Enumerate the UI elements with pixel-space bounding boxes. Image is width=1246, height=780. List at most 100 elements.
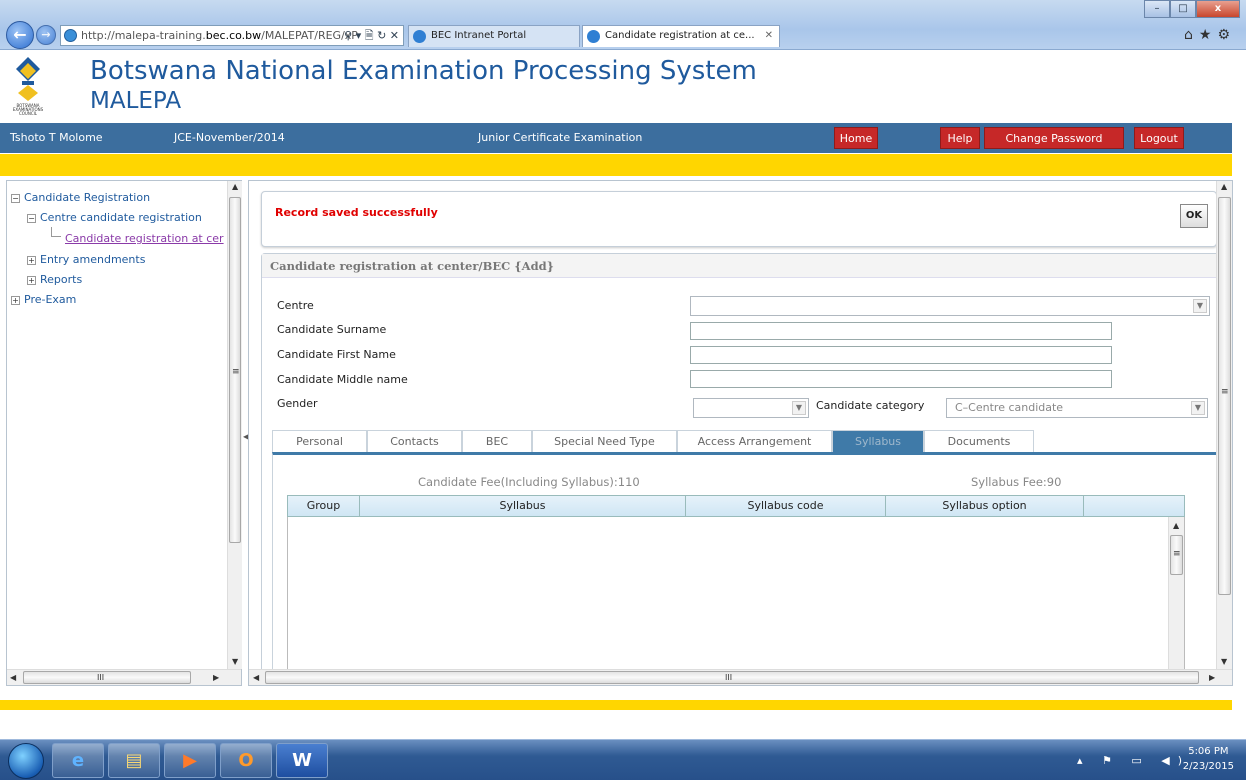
first-name-label: Candidate First Name bbox=[277, 348, 396, 361]
scroll-down-icon[interactable]: ▼ bbox=[1221, 657, 1227, 666]
tree-item-label: Pre-Exam bbox=[24, 293, 77, 306]
ie-page-icon bbox=[64, 29, 77, 42]
column-header-syllabus-code[interactable]: Syllabus code bbox=[686, 496, 886, 516]
middle-name-input[interactable] bbox=[690, 370, 1112, 388]
chevron-down-icon[interactable]: ▼ bbox=[1191, 401, 1205, 415]
tab-label: Candidate registration at ce... bbox=[605, 30, 755, 41]
tab-syllabus[interactable]: Syllabus bbox=[832, 430, 924, 452]
scroll-grip-icon: ≡ bbox=[1221, 387, 1229, 397]
column-header-syllabus-option[interactable]: Syllabus option bbox=[886, 496, 1084, 516]
tab-bec[interactable]: BEC bbox=[462, 430, 532, 452]
file-explorer-icon[interactable]: ▤ bbox=[108, 743, 160, 778]
chevron-down-icon[interactable]: ▼ bbox=[792, 401, 806, 415]
ie-page-icon bbox=[587, 30, 600, 43]
grid-vertical-scrollbar[interactable]: ▲ ≡ bbox=[1168, 517, 1184, 685]
scroll-grip-icon: III bbox=[725, 673, 733, 682]
tree-item-reports[interactable]: + Reports bbox=[27, 273, 82, 286]
surname-label: Candidate Surname bbox=[277, 323, 387, 336]
address-domain: bec.co.bw bbox=[205, 29, 262, 42]
tab-special-need-type[interactable]: Special Need Type bbox=[532, 430, 677, 452]
column-header-spacer bbox=[1084, 496, 1184, 516]
address-bar[interactable]: http://malepa-training.bec.co.bw/MALEPAT… bbox=[60, 25, 404, 46]
home-icon[interactable]: ⌂ bbox=[1184, 27, 1199, 43]
expand-icon[interactable]: + bbox=[27, 275, 36, 285]
close-window-button[interactable]: x bbox=[1196, 0, 1240, 18]
system-tray-icons[interactable]: ▴ ⚑ ▭ ◀) bbox=[1077, 754, 1190, 767]
back-button[interactable]: ← bbox=[6, 21, 34, 49]
success-message: Record saved successfully bbox=[275, 206, 438, 219]
tree-item-label: Reports bbox=[40, 273, 83, 286]
main-horizontal-scrollbar[interactable]: ◀ III ▶ bbox=[249, 669, 1232, 685]
tree-item-pre-exam[interactable]: + Pre-Exam bbox=[11, 293, 76, 306]
form-title: Candidate registration at center/BEC {Ad… bbox=[262, 254, 1232, 278]
taskbar-clock[interactable]: 5:06 PM 2/23/2015 bbox=[1183, 744, 1234, 774]
address-tools-icons[interactable]: ⚲ ▾ 🗎 ↻ ✕ bbox=[344, 26, 399, 45]
tree-item-candidate-registration-at-centre[interactable]: Candidate registration at cer bbox=[65, 232, 231, 245]
outlook-icon[interactable]: O bbox=[220, 743, 272, 778]
media-player-icon[interactable]: ▶ bbox=[164, 743, 216, 778]
centre-label: Centre bbox=[277, 299, 314, 312]
tab-personal[interactable]: Personal bbox=[272, 430, 367, 452]
address-prefix: http://malepa-training. bbox=[81, 29, 206, 42]
sidebar-vertical-scrollbar[interactable]: ▲ ≡ ▼ bbox=[227, 181, 242, 669]
tree-item-centre-candidate-registration[interactable]: − Centre candidate registration bbox=[27, 211, 202, 224]
tab-contacts[interactable]: Contacts bbox=[367, 430, 462, 452]
scroll-down-icon[interactable]: ▼ bbox=[232, 657, 238, 666]
tree-item-entry-amendments[interactable]: + Entry amendments bbox=[27, 253, 145, 266]
maximize-button[interactable]: □ bbox=[1170, 0, 1196, 18]
tree-item-label: Candidate Registration bbox=[24, 191, 151, 204]
window-controls: – □ x bbox=[1144, 0, 1240, 18]
centre-select[interactable]: ▼ bbox=[690, 296, 1210, 316]
scroll-up-icon[interactable]: ▲ bbox=[1173, 521, 1179, 530]
gender-select[interactable]: ▼ bbox=[693, 398, 809, 418]
first-name-input[interactable] bbox=[690, 346, 1112, 364]
expand-icon[interactable]: + bbox=[11, 295, 20, 305]
logout-button[interactable]: Logout bbox=[1134, 127, 1184, 149]
surname-input[interactable] bbox=[690, 322, 1112, 340]
column-header-syllabus[interactable]: Syllabus bbox=[360, 496, 686, 516]
minimize-button[interactable]: – bbox=[1144, 0, 1170, 18]
scroll-up-icon[interactable]: ▲ bbox=[232, 182, 238, 191]
scroll-left-icon[interactable]: ◀ bbox=[10, 673, 16, 682]
tree-item-label: Entry amendments bbox=[40, 253, 146, 266]
scroll-grip-icon: III bbox=[97, 673, 105, 682]
start-button[interactable] bbox=[8, 743, 44, 779]
scroll-grip-icon: ≡ bbox=[1173, 549, 1181, 559]
forward-button[interactable]: → bbox=[36, 25, 56, 45]
tab-documents[interactable]: Documents bbox=[924, 430, 1034, 452]
tab-close-icon[interactable]: ✕ bbox=[765, 26, 773, 46]
chevron-down-icon[interactable]: ▼ bbox=[1193, 299, 1207, 313]
tab-access-arrangement[interactable]: Access Arrangement bbox=[677, 430, 832, 452]
tab-label: BEC Intranet Portal bbox=[431, 30, 527, 41]
collapse-icon[interactable]: − bbox=[27, 213, 36, 223]
change-password-button[interactable]: Change Password bbox=[984, 127, 1124, 149]
scroll-up-icon[interactable]: ▲ bbox=[1221, 182, 1227, 191]
word-icon[interactable]: W bbox=[276, 743, 328, 778]
sidebar-horizontal-scrollbar[interactable]: ◀ III ▶ bbox=[7, 669, 241, 685]
home-button[interactable]: Home bbox=[834, 127, 878, 149]
syllabus-grid-body: ▲ ≡ bbox=[287, 517, 1185, 685]
windows-taskbar: e ▤ ▶ O W ▴ ⚑ ▭ ◀) 5:06 PM 2/23/2015 bbox=[0, 739, 1246, 780]
candidate-category-select[interactable]: C–Centre candidate ▼ bbox=[946, 398, 1208, 418]
tree-item-candidate-registration[interactable]: − Candidate Registration bbox=[11, 191, 150, 204]
collapse-icon[interactable]: − bbox=[11, 193, 20, 203]
tools-gear-icon[interactable]: ⚙ bbox=[1217, 27, 1236, 43]
syllabus-fee-text: Syllabus Fee:90 bbox=[971, 475, 1062, 489]
browser-tab-bec-intranet[interactable]: BEC Intranet Portal bbox=[408, 25, 580, 47]
scroll-right-icon[interactable]: ▶ bbox=[213, 673, 219, 682]
footer-accent-bar bbox=[0, 700, 1232, 710]
main-content-panel: Record saved successfully OK Candidate r… bbox=[248, 180, 1233, 686]
scroll-right-icon[interactable]: ▶ bbox=[1209, 673, 1215, 682]
main-vertical-scrollbar[interactable]: ▲ ≡ ▼ bbox=[1216, 181, 1232, 669]
candidate-category-label: Candidate category bbox=[816, 399, 925, 412]
column-header-group[interactable]: Group bbox=[288, 496, 360, 516]
favorites-star-icon[interactable]: ★ bbox=[1199, 27, 1218, 43]
browser-tab-candidate-registration[interactable]: Candidate registration at ce... ✕ bbox=[582, 25, 780, 47]
ok-button[interactable]: OK bbox=[1180, 204, 1208, 228]
help-button[interactable]: Help bbox=[940, 127, 980, 149]
expand-icon[interactable]: + bbox=[27, 255, 36, 265]
browser-toolbar-icons: ⌂★⚙ bbox=[1184, 27, 1236, 43]
internet-explorer-icon[interactable]: e bbox=[52, 743, 104, 778]
scroll-left-icon[interactable]: ◀ bbox=[253, 673, 259, 682]
scrollbar-thumb[interactable] bbox=[23, 671, 191, 684]
